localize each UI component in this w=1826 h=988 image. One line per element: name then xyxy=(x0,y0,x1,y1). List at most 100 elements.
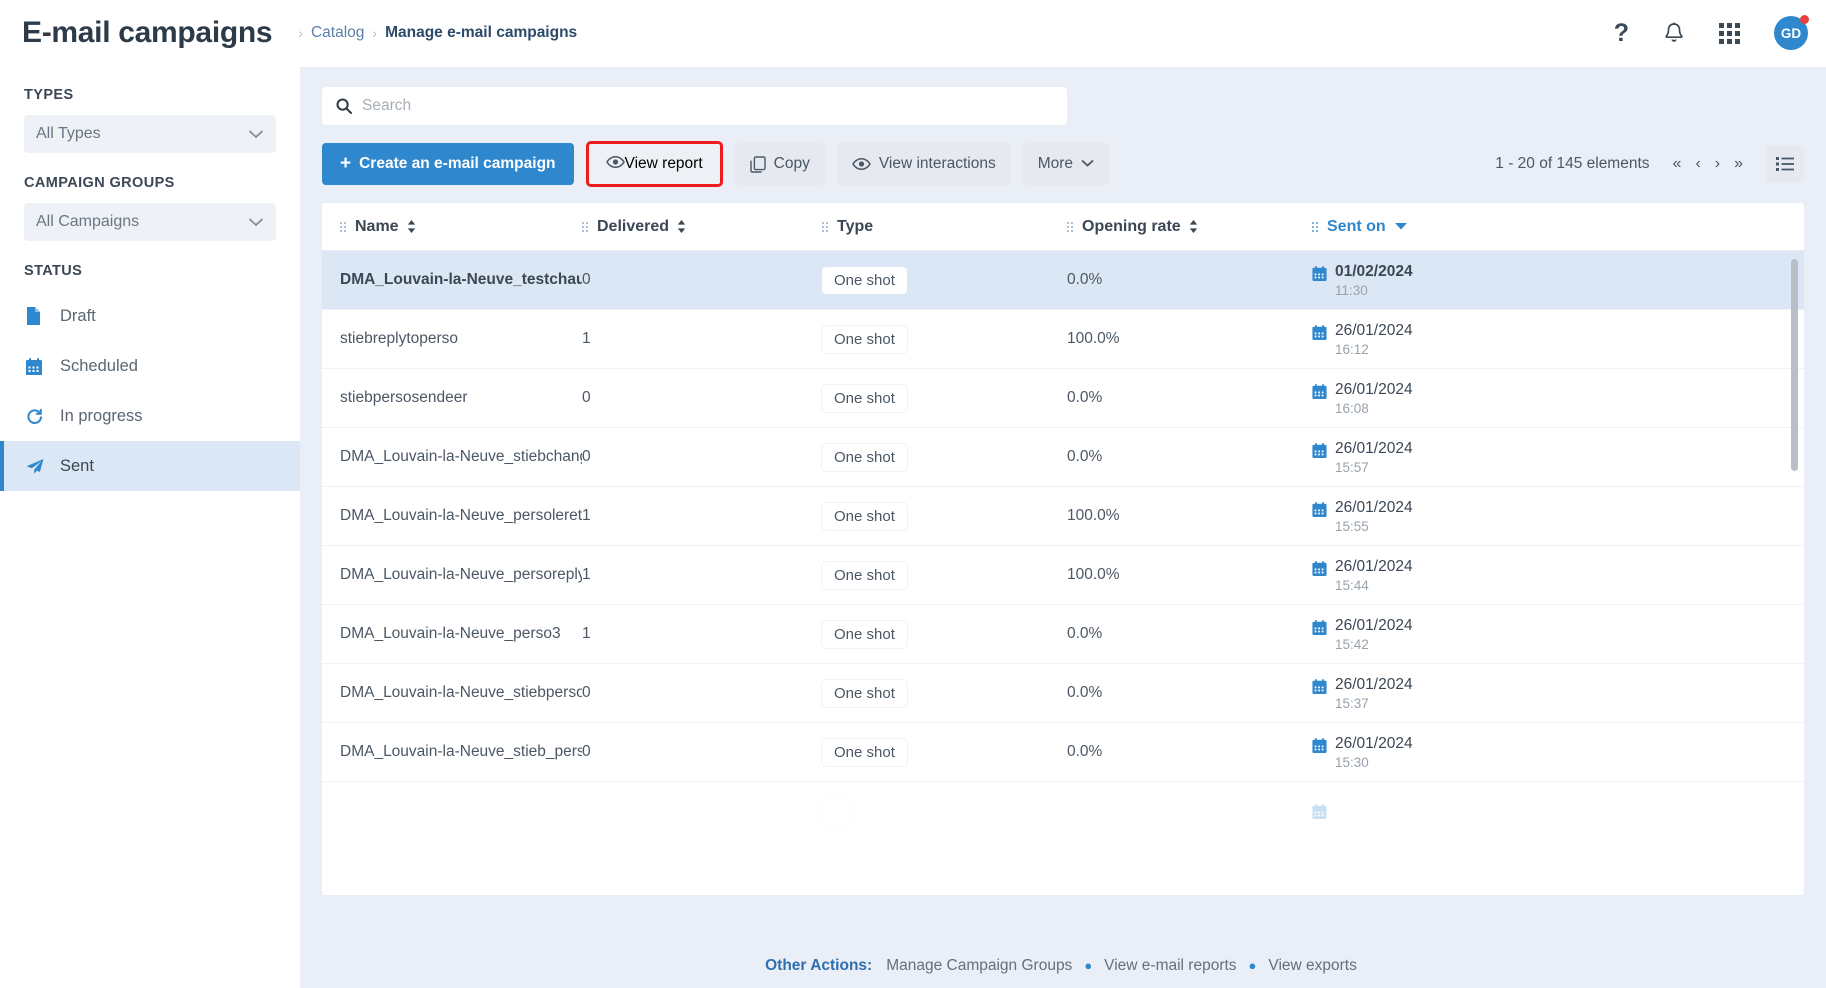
sent-on-value: 26/01/2024 15:44 xyxy=(1335,558,1413,593)
campaigns-table: Name Delivered Type Opening rate Sent on… xyxy=(322,203,1804,895)
sent-on-time: 15:37 xyxy=(1335,695,1369,711)
search-input[interactable] xyxy=(362,97,1053,115)
footer-link-manage-campaign-groups[interactable]: Manage Campaign Groups xyxy=(886,957,1072,975)
types-label: TYPES xyxy=(24,87,74,103)
list-view-icon[interactable] xyxy=(1766,145,1804,183)
sent-on-date: 26/01/2024 xyxy=(1335,557,1413,575)
pagination-first-button[interactable]: « xyxy=(1666,155,1689,173)
copy-icon xyxy=(749,155,766,173)
footer-separator-dot: ● xyxy=(1248,958,1257,973)
view-report-button[interactable]: View report xyxy=(585,141,723,187)
sent-on-time: 15:42 xyxy=(1335,636,1369,652)
table-row-partial[interactable] xyxy=(322,782,1804,841)
create-campaign-button[interactable]: + Create an e-mail campaign xyxy=(322,143,574,185)
sent-on-time: 11:30 xyxy=(1335,282,1368,298)
drag-handle-icon[interactable] xyxy=(822,221,828,232)
pagination-last-button[interactable]: » xyxy=(1727,155,1750,173)
cell-name: stiebreplytoperso xyxy=(340,330,459,347)
types-select[interactable]: All Types xyxy=(24,115,276,153)
cell-opening-rate: 0.0% xyxy=(1067,684,1103,701)
notifications-bell-icon[interactable] xyxy=(1663,21,1685,45)
cell-type: One shot xyxy=(822,620,1067,648)
sort-desc-icon[interactable] xyxy=(1394,221,1407,233)
campaign-groups-select-value: All Campaigns xyxy=(36,213,140,230)
cell-type: One shot xyxy=(822,738,1067,766)
breadcrumb-link-catalog[interactable]: Catalog xyxy=(311,24,364,42)
sort-icon[interactable] xyxy=(407,220,416,233)
type-badge: One shot xyxy=(822,738,907,766)
sort-icon[interactable] xyxy=(1189,220,1198,233)
action-toolbar: + Create an e-mail campaign View report … xyxy=(322,141,1804,187)
avatar[interactable]: GD xyxy=(1774,15,1809,50)
sent-on-value: 26/01/2024 15:55 xyxy=(1335,499,1413,534)
cell-sent-on: 26/01/2024 15:42 xyxy=(1312,617,1804,652)
table-row[interactable]: DMA_Louvain-la-Neuve_perso3 1 One shot 0.0%… xyxy=(322,605,1804,664)
pagination-next-button[interactable]: › xyxy=(1708,155,1727,173)
paper-plane-icon xyxy=(26,458,52,475)
table-row[interactable]: DMA_Louvain-la-Neuve_stieb_perso 0 One sho… xyxy=(322,723,1804,782)
calendar-icon xyxy=(1312,619,1327,638)
cell-delivered: 0 xyxy=(582,448,591,465)
cell-name: DMA_Louvain-la-Neuve_perso3 xyxy=(340,625,561,642)
sidebar-item-in-progress[interactable]: In progress xyxy=(0,391,300,441)
table-row[interactable]: DMA_Louvain-la-Neuve_stiebperso2 0 One sho… xyxy=(322,664,1804,723)
avatar-initials: GD xyxy=(1780,25,1802,41)
sidebar-item-draft[interactable]: Draft xyxy=(0,291,300,341)
sent-on-time: 16:12 xyxy=(1335,341,1369,357)
column-header-type[interactable]: Type xyxy=(822,218,1067,236)
calendar-icon xyxy=(1312,265,1327,284)
table-row[interactable]: DMA_Louvain-la-Neuve_persoreply… 1 One sho… xyxy=(322,546,1804,605)
more-button[interactable]: More xyxy=(1022,143,1110,185)
table-row[interactable]: DMA_Louvain-la-Neuve_stiebchang… 0 One sho… xyxy=(322,428,1804,487)
footer-other-actions: Other Actions: Manage Campaign Groups ● … xyxy=(300,943,1826,988)
table-row[interactable]: stiebpersosendeer 0 One shot 0.0% 26/01/2024… xyxy=(322,369,1804,428)
column-header-name[interactable]: Name xyxy=(322,218,582,236)
calendar-icon xyxy=(1312,737,1327,756)
top-header-bar: E-mail campaigns › Catalog › Manage e-ma… xyxy=(0,0,1826,67)
sent-on-value: 26/01/2024 15:57 xyxy=(1335,440,1413,475)
cell-delivered: 1 xyxy=(582,330,591,347)
table-body: DMA_Louvain-la-Neuve_testchauc 0 One shot 0… xyxy=(322,251,1804,895)
sidebar-item-sent[interactable]: Sent xyxy=(0,441,300,491)
calendar-icon xyxy=(1312,678,1327,697)
sent-on-time: 15:57 xyxy=(1335,459,1369,475)
sort-icon[interactable] xyxy=(677,220,686,233)
table-row[interactable]: DMA_Louvain-la-Neuve_testchauc 0 One shot 0… xyxy=(322,251,1804,310)
sent-on-date: 26/01/2024 xyxy=(1335,439,1413,457)
column-header-sent-on[interactable]: Sent on xyxy=(1312,218,1804,236)
search-bar[interactable] xyxy=(322,87,1067,125)
drag-handle-icon[interactable] xyxy=(340,221,346,232)
campaign-groups-select[interactable]: All Campaigns xyxy=(24,203,276,241)
view-report-label: View report xyxy=(624,155,703,172)
cell-sent-on: 01/02/2024 11:30 xyxy=(1312,263,1804,298)
status-label: STATUS xyxy=(24,263,83,279)
copy-button[interactable]: Copy xyxy=(734,143,825,185)
plus-icon: + xyxy=(340,153,352,174)
breadcrumb: › Catalog › Manage e-mail campaigns xyxy=(290,24,577,42)
column-header-opening-rate[interactable]: Opening rate xyxy=(1067,218,1312,236)
apps-grid-icon[interactable] xyxy=(1719,22,1740,44)
drag-handle-icon[interactable] xyxy=(582,221,588,232)
column-header-delivered[interactable]: Delivered xyxy=(582,218,822,236)
pagination-prev-button[interactable]: ‹ xyxy=(1688,155,1707,173)
drag-handle-icon[interactable] xyxy=(1067,221,1073,232)
footer-link-view-email-reports[interactable]: View e-mail reports xyxy=(1104,957,1236,975)
table-row[interactable]: stiebreplytoperso 1 One shot 100.0% 26/01/20… xyxy=(322,310,1804,369)
campaign-groups-label: CAMPAIGN GROUPS xyxy=(24,175,175,191)
calendar-icon xyxy=(1312,804,1327,822)
create-campaign-label: Create an e-mail campaign xyxy=(359,155,556,172)
cell-sent-on: 26/01/2024 15:30 xyxy=(1312,735,1804,770)
help-icon[interactable]: ? xyxy=(1614,19,1629,48)
table-scrollbar[interactable] xyxy=(1791,259,1798,471)
type-badge: One shot xyxy=(822,502,907,530)
footer-link-view-exports[interactable]: View exports xyxy=(1268,957,1356,975)
view-interactions-button[interactable]: View interactions xyxy=(836,143,1011,185)
sidebar-item-scheduled[interactable]: Scheduled xyxy=(0,341,300,391)
calendar-icon xyxy=(1312,560,1327,579)
calendar-icon xyxy=(1312,501,1327,520)
drag-handle-icon[interactable] xyxy=(1312,221,1318,232)
main-content: + Create an e-mail campaign View report … xyxy=(300,67,1826,988)
cell-sent-on: 26/01/2024 15:57 xyxy=(1312,440,1804,475)
cell-type: One shot xyxy=(822,384,1067,412)
table-row[interactable]: DMA_Louvain-la-Neuve_persoleret… 1 One sho… xyxy=(322,487,1804,546)
